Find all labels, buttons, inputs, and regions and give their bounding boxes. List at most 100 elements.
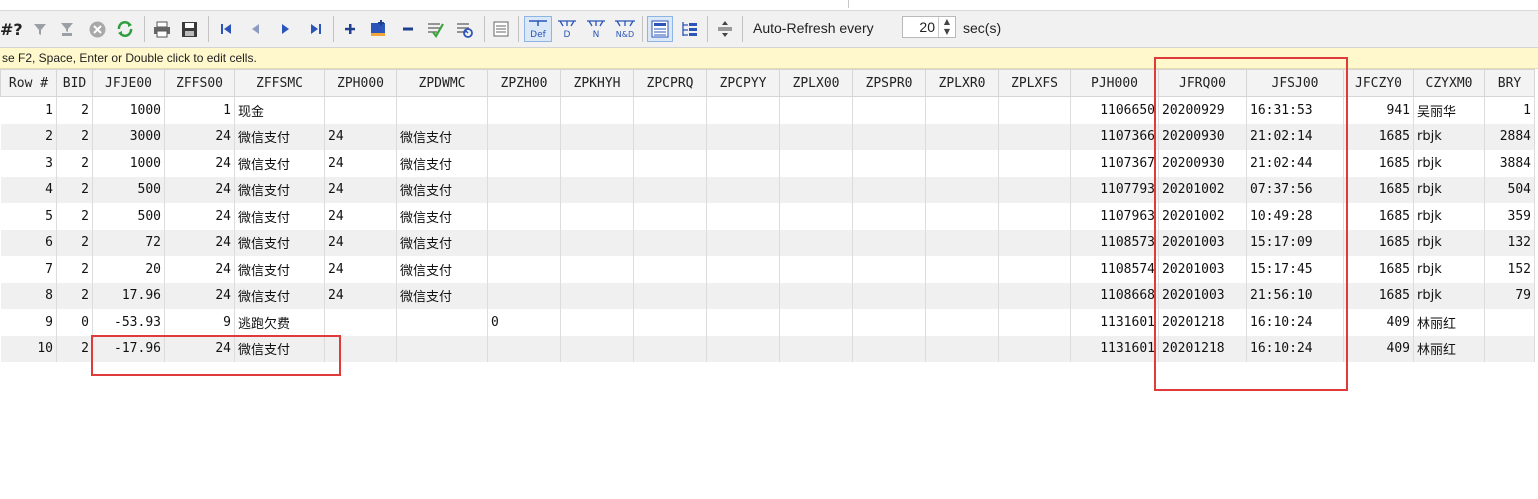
column-header[interactable]: JFSJ00 (1246, 69, 1344, 97)
spinner-arrows-icon[interactable]: ▲ ▼ (938, 17, 955, 37)
cell-zplxr0[interactable] (925, 203, 999, 230)
tree-view-button[interactable] (677, 18, 701, 40)
cell-row[interactable]: 4 (0, 176, 57, 203)
cell-jfrq00[interactable]: 20200929 (1158, 96, 1247, 124)
column-header[interactable]: ZPSPR0 (852, 69, 926, 97)
cell-zffs00[interactable]: 9 (164, 309, 235, 336)
cell-bid[interactable]: 2 (56, 96, 93, 124)
cell-jfje00[interactable]: -17.96 (92, 335, 165, 362)
cell-zpspr0[interactable] (852, 309, 926, 336)
cell-bid[interactable]: 2 (56, 335, 93, 362)
table-row[interactable]: 7 2 20 24 微信支付 24 微信支付 1108574 20201003 15:17:45 1… (0, 256, 1535, 283)
cell-zpcprq[interactable] (633, 335, 707, 362)
cell-zplxfs[interactable] (998, 150, 1071, 177)
cell-zpdwmc[interactable]: 微信支付 (396, 123, 488, 150)
cell-bry[interactable] (1484, 335, 1535, 362)
cell-jfrq00[interactable]: 20201003 (1158, 256, 1247, 283)
cell-zpdwmc[interactable]: 微信支付 (396, 150, 488, 177)
cell-zplx00[interactable] (779, 335, 853, 362)
cell-zpdwmc[interactable] (396, 335, 488, 362)
cell-zplx00[interactable] (779, 150, 853, 177)
record-view-icon[interactable] (490, 18, 512, 40)
next-record-icon[interactable] (276, 18, 296, 40)
d-toggle-button[interactable]: D (555, 18, 579, 40)
cell-zpzh00[interactable] (487, 203, 561, 230)
cell-zpspr0[interactable] (852, 282, 926, 309)
cell-zpcpyy[interactable] (706, 229, 780, 256)
grid-view-button[interactable] (647, 16, 673, 42)
cell-bid[interactable]: 2 (56, 123, 93, 150)
cell-zpdwmc[interactable]: 微信支付 (396, 282, 488, 309)
cell-zplx00[interactable] (779, 203, 853, 230)
cell-jfje00[interactable]: 500 (92, 176, 165, 203)
cell-jfsj00[interactable]: 21:56:10 (1246, 282, 1344, 309)
cell-pjh000[interactable]: 1108573 (1070, 229, 1159, 256)
cell-zpdwmc[interactable] (396, 96, 488, 124)
cell-zph000[interactable]: 24 (324, 229, 397, 256)
cell-zpcprq[interactable] (633, 150, 707, 177)
cell-pjh000[interactable]: 1108668 (1070, 282, 1159, 309)
cell-zpcpyy[interactable] (706, 150, 780, 177)
column-header[interactable]: JFCZY0 (1343, 69, 1414, 97)
cell-zpzh00[interactable] (487, 123, 561, 150)
cell-bry[interactable]: 2884 (1484, 123, 1535, 150)
cell-czyxm0[interactable]: rbjk (1413, 176, 1485, 203)
cell-zpcpyy[interactable] (706, 123, 780, 150)
cell-zffsmc[interactable]: 逃跑欠费 (234, 309, 325, 336)
filter-clear-icon[interactable] (56, 18, 78, 40)
cell-pjh000[interactable]: 1107367 (1070, 150, 1159, 177)
column-header[interactable]: BRY (1484, 69, 1535, 97)
cell-zph000[interactable] (324, 309, 397, 336)
refresh-interval-spinner[interactable]: 20 ▲ ▼ (902, 16, 956, 38)
cell-zffsmc[interactable]: 微信支付 (234, 229, 325, 256)
cell-zpkhyh[interactable] (560, 176, 634, 203)
cell-jfrq00[interactable]: 20201003 (1158, 282, 1247, 309)
column-header[interactable]: ZFFS00 (164, 69, 235, 97)
cell-bid[interactable]: 2 (56, 256, 93, 283)
cell-bry[interactable]: 504 (1484, 176, 1535, 203)
cell-zph000[interactable]: 24 (324, 203, 397, 230)
refresh-interval-value[interactable]: 20 (919, 19, 935, 35)
cell-jfsj00[interactable]: 16:10:24 (1246, 309, 1344, 336)
cell-jfrq00[interactable]: 20200930 (1158, 150, 1247, 177)
cell-zplx00[interactable] (779, 96, 853, 124)
cell-zpspr0[interactable] (852, 335, 926, 362)
cell-zpkhyh[interactable] (560, 335, 634, 362)
cell-zpcpyy[interactable] (706, 203, 780, 230)
cell-zpkhyh[interactable] (560, 123, 634, 150)
cell-zpcpyy[interactable] (706, 96, 780, 124)
table-row[interactable]: 10 2 -17.96 24 微信支付 1131601 20201218 16:10:24 40… (0, 335, 1535, 362)
column-header[interactable]: JFJE00 (92, 69, 165, 97)
cell-pjh000[interactable]: 1131601 (1070, 309, 1159, 336)
cell-jfje00[interactable]: 20 (92, 256, 165, 283)
delete-record-icon[interactable] (398, 18, 418, 40)
save-icon[interactable] (178, 18, 200, 40)
cell-jfczy0[interactable]: 941 (1343, 96, 1414, 124)
cell-zpcprq[interactable] (633, 256, 707, 283)
cell-jfczy0[interactable]: 1685 (1343, 256, 1414, 283)
cell-zffs00[interactable]: 24 (164, 176, 235, 203)
cell-zffs00[interactable]: 24 (164, 335, 235, 362)
column-header[interactable]: JFRQ00 (1158, 69, 1247, 97)
cell-jfczy0[interactable]: 409 (1343, 309, 1414, 336)
cell-jfje00[interactable]: 500 (92, 203, 165, 230)
cell-jfrq00[interactable]: 20201002 (1158, 176, 1247, 203)
column-header[interactable]: ZPDWMC (396, 69, 488, 97)
cell-zpzh00[interactable] (487, 282, 561, 309)
cell-jfczy0[interactable]: 1685 (1343, 203, 1414, 230)
cell-jfsj00[interactable]: 15:17:45 (1246, 256, 1344, 283)
cell-zpkhyh[interactable] (560, 203, 634, 230)
cell-jfje00[interactable]: -53.93 (92, 309, 165, 336)
cell-zffsmc[interactable]: 微信支付 (234, 203, 325, 230)
table-row[interactable]: 8 2 17.96 24 微信支付 24 微信支付 1108668 20201003 21:56:… (0, 282, 1535, 309)
cell-row[interactable]: 10 (0, 335, 57, 362)
cell-czyxm0[interactable]: 吴丽华 (1413, 96, 1485, 124)
def-toggle-button[interactable]: Def (524, 16, 552, 42)
cell-zpcprq[interactable] (633, 203, 707, 230)
cell-zph000[interactable] (324, 96, 397, 124)
cell-zplx00[interactable] (779, 176, 853, 203)
cell-zpspr0[interactable] (852, 176, 926, 203)
cell-czyxm0[interactable]: rbjk (1413, 203, 1485, 230)
cell-zplxr0[interactable] (925, 256, 999, 283)
cell-zffsmc[interactable]: 微信支付 (234, 123, 325, 150)
